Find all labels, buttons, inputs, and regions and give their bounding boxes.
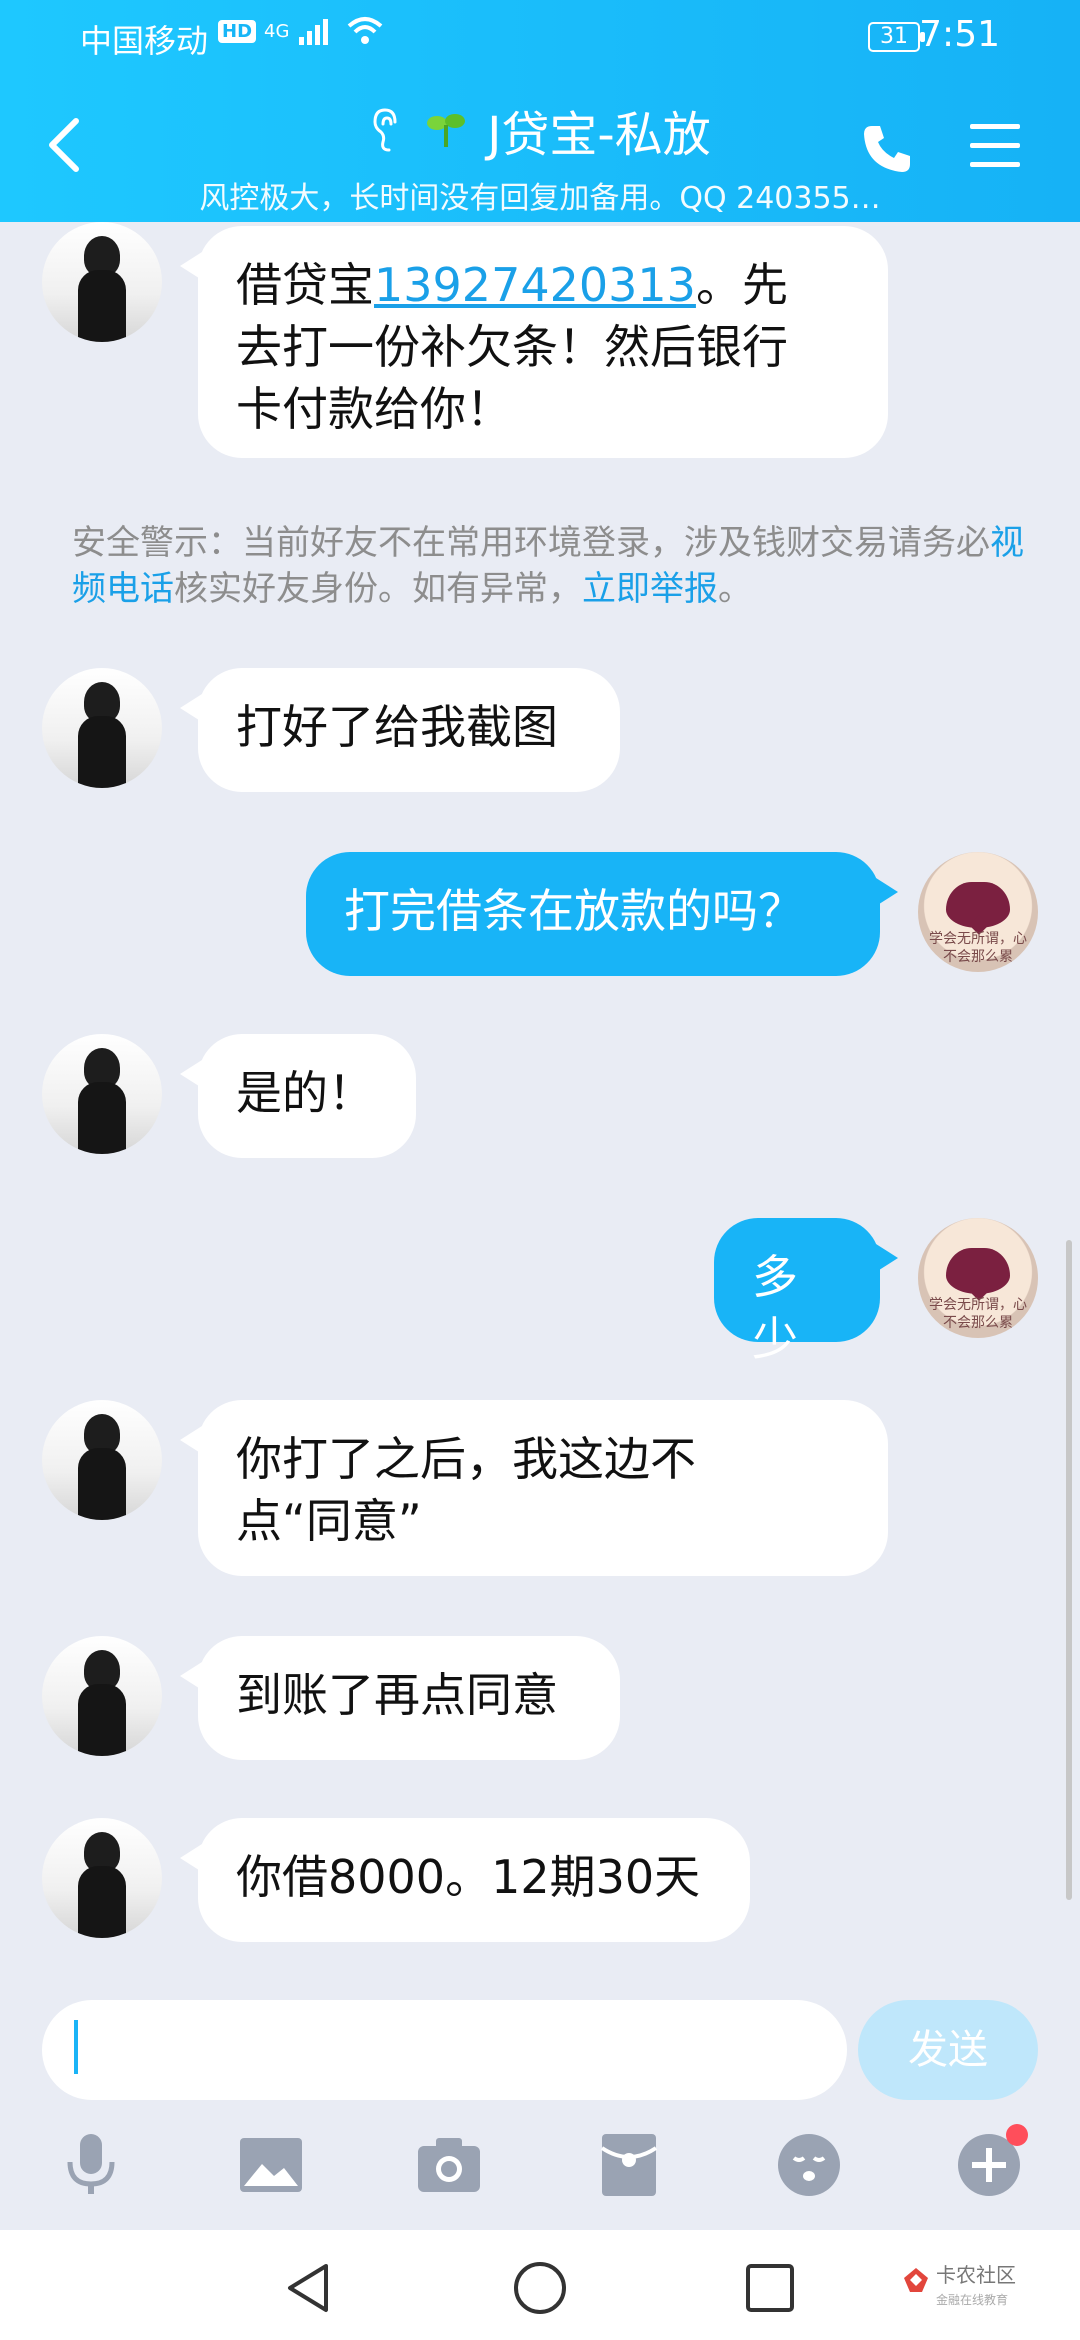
input-area: 发送 [0,1980,1080,2230]
message-bubble[interactable]: 你打了之后，我这边不 点“同意” [180,1400,888,1576]
image-icon[interactable] [236,2130,306,2200]
message-bubble[interactable]: 你借8000。12期30天 [180,1818,750,1942]
nav-home-icon[interactable] [510,2258,570,2318]
message-text: 借贷宝 [236,258,374,312]
send-button[interactable]: 发送 [858,2000,1038,2100]
clock: 7:51 [919,14,1000,55]
menu-icon[interactable] [968,120,1022,172]
security-warning: 安全警示：当前好友不在常用环境登录，涉及钱财交易请务必视频电话核实好友身份。如有… [72,520,1032,612]
nav-back-icon[interactable] [280,2258,340,2318]
message-text: 去打一份补欠条！然后银行 [236,320,788,374]
emoji-icon[interactable] [774,2130,844,2200]
warning-text: 安全警示：当前好友不在常用环境登录，涉及钱财交易请务必 [72,523,990,563]
watermark-text: 卡农社区 金融在线教育 [936,2264,1016,2311]
avatar[interactable] [42,1400,162,1520]
heart-icon [946,882,1010,928]
back-icon[interactable] [42,115,86,175]
mic-icon[interactable] [56,2130,126,2200]
message-text: 卡付款给你！ [236,382,512,436]
scrollbar[interactable] [1066,1240,1072,1900]
message-text: 你打了之后，我这边不 [236,1432,696,1486]
avatar-caption: 学会无所谓，心不会那么累 [929,1297,1027,1331]
nav-recent-icon[interactable] [740,2258,800,2318]
message-text: 打完借条在放款的吗？ [344,884,804,938]
carrier-label: 中国移动 [80,22,209,60]
status-bar: 中国移动 HD 4G 31 7:51 [0,0,1080,70]
plus-button[interactable] [954,2124,1028,2200]
watermark-title: 卡农社区 [936,2263,1016,2287]
avatar[interactable] [42,1636,162,1756]
sprout-icon [427,114,466,147]
title-area[interactable]: J贷宝-私放 风控极大，长时间没有回复加备用。QQ 240355… [190,95,890,217]
chat-title: J贷宝-私放 [487,107,711,163]
battery-indicator: 31 [868,22,925,52]
avatar-caption: 学会无所谓，心不会那么累 [929,931,1027,965]
message-bubble[interactable]: 多少 [714,1218,898,1366]
warning-text: 核实好友身份。如有异常， [174,569,582,609]
input-caret [74,2020,78,2074]
camera-icon[interactable] [414,2130,484,2200]
avatar[interactable]: 学会无所谓，心不会那么累 [918,1218,1038,1338]
avatar[interactable] [42,1818,162,1938]
message-text: 。先 [695,258,788,312]
report-link[interactable]: 立即举报 [582,569,718,609]
hd-badge: HD [218,19,257,43]
avatar[interactable]: 学会无所谓，心不会那么累 [918,852,1038,972]
message-bubble[interactable]: 打好了给我截图 [180,668,620,792]
warning-text: 。 [718,569,752,609]
ear-icon [373,108,397,152]
message-bubble[interactable]: 是的！ [180,1034,416,1158]
notification-dot [1006,2124,1028,2146]
message-bubble[interactable]: 借贷宝13927420313。先 去打一份补欠条！然后银行 卡付款给你！ [180,226,888,458]
red-packet-icon[interactable] [594,2130,664,2200]
avatar[interactable] [42,222,162,342]
avatar[interactable] [42,668,162,788]
input-toolbar [0,2124,1080,2230]
heart-icon [946,1248,1010,1294]
network-indicators: HD 4G [218,16,385,46]
watermark-subtitle: 金融在线教育 [936,2293,1009,2307]
message-text: 到账了再点同意 [236,1668,558,1722]
watermark-logo [904,2268,928,2292]
message-text: 打好了给我截图 [236,700,558,754]
chat-header: 中国移动 HD 4G 31 7:51 J贷宝-私放 风控极大，长时间没有回复加备… [0,0,1080,222]
message-input[interactable] [42,2000,847,2100]
wifi-icon [348,17,383,44]
message-bubble[interactable]: 打完借条在放款的吗？ [306,852,898,976]
message-text: 多少 [752,1250,798,1366]
avatar[interactable] [42,1034,162,1154]
watermark: 卡农社区 金融在线教育 [900,2260,1060,2310]
phone-number-link[interactable]: 13927420313 [374,258,696,312]
signal-icon [299,19,329,45]
message-text: 你借8000。12期30天 [236,1850,701,1904]
message-text: 点“同意” [236,1494,422,1548]
message-text: 是的！ [236,1066,374,1120]
phone-icon[interactable] [860,120,916,176]
chat-subtitle: 风控极大，长时间没有回复加备用。QQ 240355… [199,181,881,216]
network-type: 4G [264,20,290,42]
message-bubble[interactable]: 到账了再点同意 [180,1636,620,1760]
